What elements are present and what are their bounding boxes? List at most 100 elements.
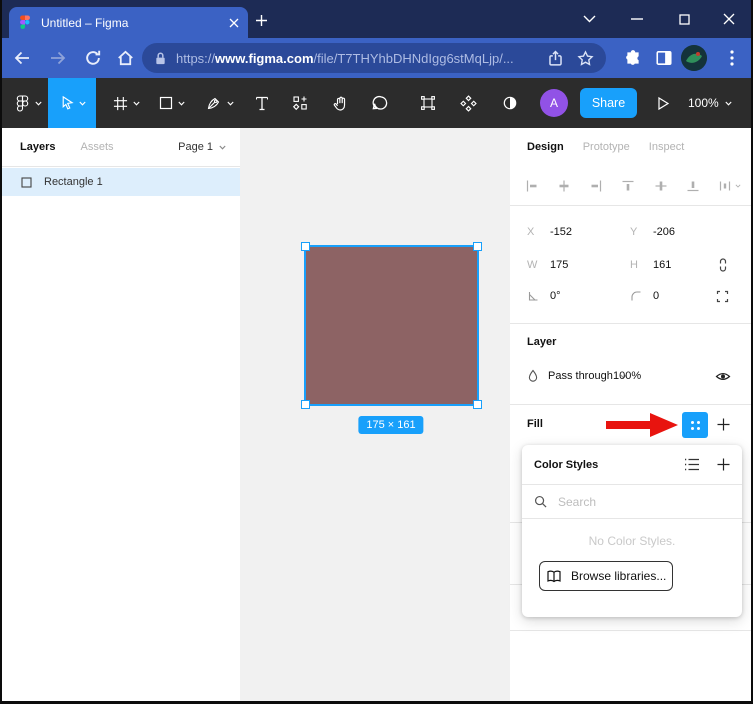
shape-tool-button[interactable] (150, 78, 194, 128)
edit-object-button[interactable] (416, 78, 440, 128)
browse-libraries-button[interactable]: Browse libraries... (539, 561, 673, 591)
present-button[interactable] (651, 78, 675, 128)
frame-tool-button[interactable] (104, 78, 148, 128)
text-tool-button[interactable] (250, 78, 274, 128)
resources-icon (292, 95, 308, 111)
extensions-icon[interactable] (623, 48, 643, 68)
independent-corners-icon[interactable] (716, 290, 729, 303)
move-tool-icon (59, 95, 74, 111)
align-bottom-icon[interactable] (686, 179, 700, 193)
x-input[interactable]: -152 (550, 226, 630, 238)
align-right-icon[interactable] (589, 179, 603, 193)
color-styles-popup: Color Styles No Color Styles. (522, 445, 742, 617)
close-icon[interactable] (709, 0, 749, 38)
tab-design[interactable]: Design (527, 141, 564, 153)
page-selector[interactable]: Page 1 (178, 141, 226, 153)
search-input[interactable] (556, 494, 730, 510)
browser-titlebar: Untitled – Figma (0, 0, 753, 38)
chevron-down-icon (133, 101, 140, 106)
new-tab-button[interactable] (252, 11, 270, 29)
style-list-view-icon[interactable] (684, 458, 700, 471)
tab-assets[interactable]: Assets (80, 141, 113, 153)
address-bar[interactable]: https://www.figma.com/file/T7THYhbDHNdIg… (142, 43, 606, 73)
popup-title: Color Styles (534, 459, 684, 471)
back-icon[interactable] (12, 48, 32, 68)
url-text: https://www.figma.com/file/T7THYhbDHNdIg… (176, 51, 534, 66)
bookmark-star-icon[interactable] (576, 49, 594, 67)
opacity-input[interactable]: 100% (613, 370, 641, 382)
layer-row-rectangle-1[interactable]: Rectangle 1 (0, 168, 240, 196)
rectangle-tool-icon (159, 96, 173, 110)
book-icon (546, 570, 562, 583)
add-fill-icon[interactable] (717, 418, 730, 431)
avatar-initial: A (550, 96, 558, 110)
add-style-icon[interactable] (717, 458, 730, 471)
tab-inspect[interactable]: Inspect (649, 141, 684, 153)
divider (510, 205, 753, 206)
home-icon[interactable] (115, 48, 135, 68)
comment-tool-button[interactable] (368, 78, 392, 128)
edit-object-icon (420, 95, 436, 111)
selection-handle[interactable] (473, 242, 482, 251)
selection-handle[interactable] (301, 242, 310, 251)
blend-mode-select[interactable]: Pass through (548, 370, 613, 382)
move-tool-button[interactable] (48, 78, 96, 128)
tab-close-icon[interactable] (229, 18, 239, 28)
hand-tool-button[interactable] (328, 78, 352, 128)
align-top-icon[interactable] (621, 179, 635, 193)
align-h-center-icon[interactable] (557, 179, 571, 193)
y-input[interactable]: -206 (653, 226, 733, 238)
lock-icon (154, 51, 167, 66)
panel-tabs: Design Prototype Inspect (527, 128, 743, 166)
create-component-button[interactable] (456, 78, 480, 128)
chevron-down-icon (35, 101, 42, 106)
browser-tab[interactable]: Untitled – Figma (9, 7, 248, 38)
zoom-level: 100% (688, 96, 719, 110)
selection-handle[interactable] (473, 400, 482, 409)
distribute-icon[interactable] (718, 179, 741, 193)
visibility-eye-icon[interactable] (715, 370, 731, 383)
mask-button[interactable] (498, 78, 522, 128)
tab-prototype[interactable]: Prototype (583, 141, 630, 153)
chevron-down-icon (219, 145, 226, 150)
rectangle-layer-icon (21, 177, 32, 188)
figma-main-menu[interactable] (10, 78, 46, 128)
side-panel-icon[interactable] (654, 48, 674, 68)
width-input[interactable]: 175 (550, 259, 630, 271)
present-play-icon (656, 96, 670, 111)
pen-tool-button[interactable] (198, 78, 242, 128)
editor-content: Layers Assets Page 1 Rectangle 1 (0, 128, 753, 704)
share-page-icon[interactable] (546, 49, 564, 67)
reload-icon[interactable] (83, 48, 103, 68)
zoom-menu[interactable]: 100% (688, 78, 732, 128)
selected-rectangle[interactable] (304, 245, 479, 406)
user-avatar[interactable]: A (540, 89, 568, 117)
constrain-proportions-icon[interactable] (717, 257, 729, 273)
tab-title: Untitled – Figma (41, 16, 229, 30)
y-label: Y (630, 226, 653, 238)
alignment-toolbar (525, 168, 741, 204)
resources-tool-button[interactable] (288, 78, 312, 128)
align-v-center-icon[interactable] (654, 179, 668, 193)
forward-icon[interactable] (48, 48, 68, 68)
browse-libraries-label: Browse libraries... (571, 569, 666, 583)
tab-search-chevron-icon[interactable] (569, 0, 609, 38)
canvas[interactable]: 175 × 161 (240, 128, 510, 704)
tab-layers[interactable]: Layers (20, 141, 55, 153)
style-picker-button[interactable] (682, 412, 708, 438)
share-button[interactable]: Share (580, 88, 637, 118)
maximize-icon[interactable] (664, 0, 704, 38)
position-row: X -152 Y -206 (527, 218, 743, 246)
profile-avatar[interactable] (681, 45, 707, 71)
hand-tool-icon (332, 95, 349, 112)
minimize-icon[interactable] (617, 0, 657, 38)
corner-radius-icon (630, 290, 653, 302)
divider (510, 404, 753, 405)
search-icon (534, 495, 547, 508)
selection-handle[interactable] (301, 400, 310, 409)
browser-menu-icon[interactable] (722, 48, 742, 68)
figma-toolbar: A Share 100% (0, 78, 753, 128)
align-left-icon[interactable] (525, 179, 539, 193)
rotation-input[interactable]: 0° (550, 290, 630, 302)
window-border (0, 0, 2, 704)
